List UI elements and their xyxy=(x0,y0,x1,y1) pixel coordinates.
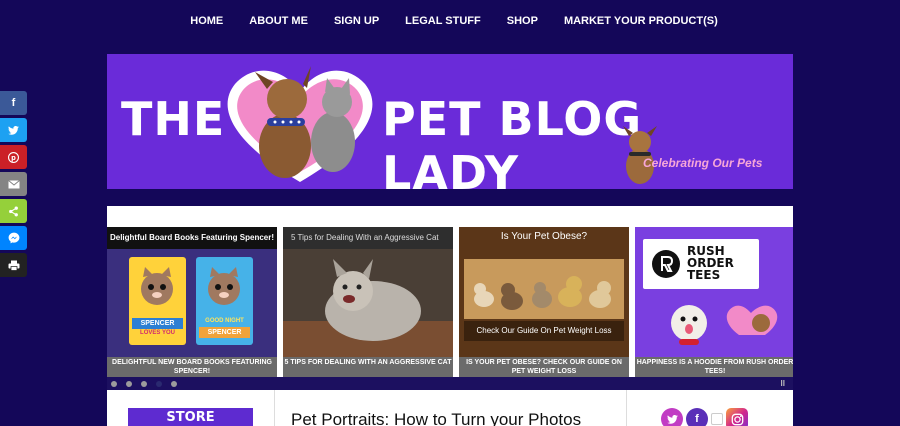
svg-text:p: p xyxy=(11,153,16,161)
email-icon[interactable] xyxy=(0,172,27,196)
rush-order-tees-image: RUSH ORDER TEES xyxy=(635,227,793,357)
facebook-icon[interactable]: f xyxy=(686,408,708,426)
nav-about-me[interactable]: ABOUT ME xyxy=(236,15,321,27)
slide-caption[interactable]: HAPPINESS IS A HOODIE FROM RUSH ORDER TE… xyxy=(635,357,793,377)
slider-dot-4[interactable] xyxy=(156,381,162,387)
slide-caption[interactable]: DELIGHTFUL NEW BOARD BOOKS FEATURING SPE… xyxy=(107,357,277,377)
print-icon[interactable] xyxy=(0,253,27,277)
book2-subtitle: SPENCER xyxy=(199,327,250,338)
book-covers-image: SPENCER LOVES YOU GOOD NIGHT SPENCER xyxy=(107,249,277,357)
slide-image-title: Is Your Pet Obese? xyxy=(500,231,588,242)
book-cover-spencer-loves-you: SPENCER LOVES YOU xyxy=(129,257,186,345)
twitter-icon[interactable] xyxy=(661,408,683,426)
banner-title-the: THE xyxy=(121,92,226,146)
slide-image-title: 5 Tips for Dealing With an Aggressive Ca… xyxy=(283,227,453,249)
aggressive-cat-photo: 5 Tips for Dealing With an Aggressive Ca… xyxy=(283,227,453,357)
column-divider xyxy=(274,390,275,426)
share-icon[interactable] xyxy=(0,199,27,223)
slide-caption[interactable]: IS YOUR PET OBESE? CHECK OUR GUIDE ON PE… xyxy=(459,357,629,377)
nav-shop[interactable]: SHOP xyxy=(494,15,551,27)
slide-rush-order-tees[interactable]: RUSH ORDER TEES HAPPINESS IS A HOODIE FR… xyxy=(635,227,793,377)
slide-image-title: Delightful Board Books Featuring Spencer… xyxy=(107,227,277,249)
social-follow-icons: f xyxy=(661,408,748,426)
featured-slider: Delightful Board Books Featuring Spencer… xyxy=(107,206,793,390)
slider-dot-1[interactable] xyxy=(111,381,117,387)
slide-board-books[interactable]: Delightful Board Books Featuring Spencer… xyxy=(107,227,277,377)
content-area: STORE Pet Portraits: How to Turn your Ph… xyxy=(107,390,793,426)
book1-title: SPENCER xyxy=(132,318,183,329)
twitter-icon[interactable] xyxy=(0,118,27,142)
heart-logo-graphic xyxy=(227,66,373,182)
broken-image-icon[interactable] xyxy=(711,413,723,425)
slider-controls: II xyxy=(107,377,793,390)
slider-dot-3[interactable] xyxy=(141,381,147,387)
slider-pause-button[interactable]: II xyxy=(781,379,785,388)
pinterest-icon[interactable]: p xyxy=(0,145,27,169)
facebook-icon[interactable]: f xyxy=(0,91,27,115)
slide-image-subtitle: Check Our Guide On Pet Weight Loss xyxy=(464,321,624,341)
slider-dot-5[interactable] xyxy=(171,381,177,387)
slide-aggressive-cat[interactable]: 5 Tips for Dealing With an Aggressive Ca… xyxy=(283,227,453,377)
column-divider xyxy=(626,390,627,426)
nav-legal-stuff[interactable]: LEGAL STUFF xyxy=(392,15,494,27)
share-bar: f p xyxy=(0,91,27,280)
book-cover-good-night-spencer: GOOD NIGHT SPENCER xyxy=(196,257,253,345)
post-title[interactable]: Pet Portraits: How to Turn your Photos xyxy=(291,410,581,426)
logo-text-tees: TEES xyxy=(687,268,721,282)
rush-order-tees-logo: RUSH ORDER TEES xyxy=(643,239,759,289)
banner-title-pet-blog-lady: PET BLOG LADY xyxy=(382,92,643,189)
nav-home[interactable]: HOME xyxy=(177,15,236,27)
banner-tagline: Celebrating Our Pets xyxy=(643,156,763,170)
slide-caption[interactable]: 5 TIPS FOR DEALING WITH AN AGGRESSIVE CA… xyxy=(283,357,453,377)
nav-market-your-products[interactable]: MARKET YOUR PRODUCT(S) xyxy=(551,15,731,27)
store-widget-button[interactable]: STORE xyxy=(128,408,253,426)
main-navigation: HOME ABOUT ME SIGN UP LEGAL STUFF SHOP M… xyxy=(0,0,900,42)
instagram-icon[interactable] xyxy=(726,408,748,426)
book1-subtitle: LOVES YOU xyxy=(140,330,175,336)
pet-obese-image: Is Your Pet Obese? Check Our Guide On Pe… xyxy=(459,227,629,357)
slider-dot-2[interactable] xyxy=(126,381,132,387)
messenger-icon[interactable] xyxy=(0,226,27,250)
slide-pet-obese[interactable]: Is Your Pet Obese? Check Our Guide On Pe… xyxy=(459,227,629,377)
site-banner[interactable]: THE PET BLOG LADY Celebrating Our Pets xyxy=(107,54,793,189)
book2-title: GOOD NIGHT xyxy=(205,318,244,324)
nav-sign-up[interactable]: SIGN UP xyxy=(321,15,392,27)
